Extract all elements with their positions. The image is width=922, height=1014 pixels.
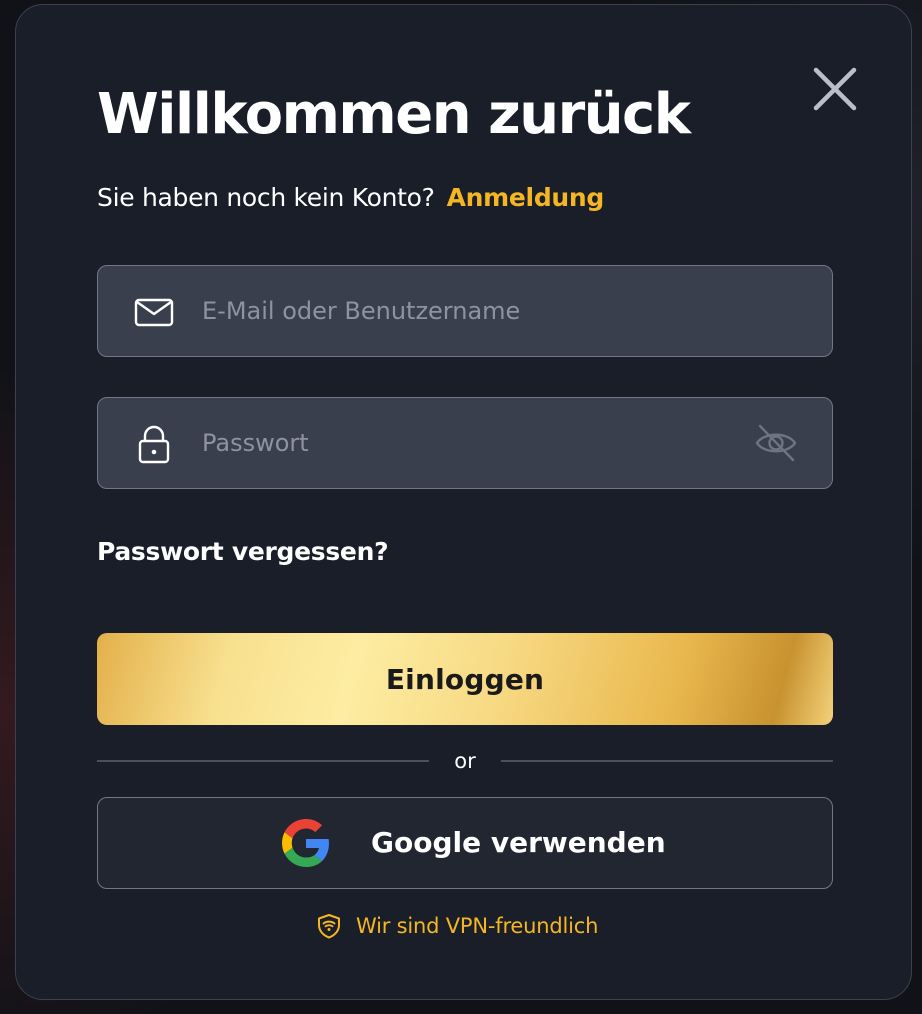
- dialog-title: Willkommen zurück: [97, 82, 691, 147]
- mail-icon: [134, 298, 174, 327]
- lock-icon: [138, 425, 170, 464]
- forgot-password-link[interactable]: Passwort vergessen?: [97, 533, 389, 571]
- eye-off-icon: [755, 424, 797, 462]
- password-visibility-toggle[interactable]: [754, 422, 798, 464]
- signup-link[interactable]: Anmeldung: [447, 183, 605, 212]
- google-button-label: Google verwenden: [371, 826, 666, 859]
- login-button-label: Einloggen: [385, 662, 545, 696]
- divider-text: or: [454, 749, 476, 773]
- email-field[interactable]: [97, 265, 833, 357]
- vpn-friendly-text: Wir sind VPN-freundlich: [356, 914, 599, 938]
- close-icon: [813, 67, 857, 111]
- signup-prompt-text: Sie haben noch kein Konto?: [97, 183, 435, 212]
- password-field[interactable]: [97, 397, 833, 489]
- vpn-friendly-note: Wir sind VPN-freundlich: [316, 909, 598, 943]
- email-input[interactable]: [202, 266, 742, 355]
- login-dialog: Willkommen zurück Sie haben noch kein Ko…: [15, 4, 912, 1000]
- close-button[interactable]: [809, 63, 861, 115]
- divider-line-right: [501, 760, 833, 762]
- shield-wifi-icon: [318, 914, 340, 939]
- google-icon: [282, 819, 329, 867]
- signup-prompt: Sie haben noch kein Konto? Anmeldung: [97, 179, 604, 217]
- password-input[interactable]: [202, 398, 742, 487]
- divider-line-left: [97, 760, 429, 762]
- google-signin-button[interactable]: Google verwenden: [97, 797, 833, 889]
- login-button[interactable]: Einloggen: [97, 633, 833, 725]
